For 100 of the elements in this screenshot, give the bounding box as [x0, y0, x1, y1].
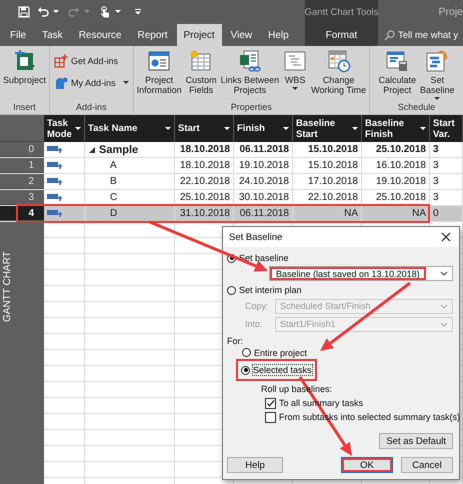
- ribbon-button[interactable]: Set Baseline: [419, 46, 456, 101]
- task-name: D: [110, 208, 118, 219]
- dialog-button[interactable]: OK: [341, 457, 393, 473]
- close-icon[interactable]: [441, 232, 451, 242]
- ribbon-tab[interactable]: Help: [261, 24, 296, 46]
- column-header[interactable]: Start Var.: [430, 115, 463, 142]
- row-number[interactable]: 4: [0, 206, 44, 221]
- column-header[interactable]: Start: [175, 115, 234, 142]
- table-cell: 25.10.2018: [362, 190, 430, 205]
- search-field[interactable]: Tell me what y: [398, 30, 463, 40]
- caret-icon: [122, 81, 129, 85]
- table-cell: 17.10.2018: [293, 174, 362, 189]
- table-cell: 15.10.2018: [293, 142, 362, 157]
- column-header[interactable]: Baseline Finish: [362, 115, 430, 142]
- sidebar-corner: [0, 115, 44, 142]
- dialog-button[interactable]: Cancel: [401, 457, 453, 473]
- context-title: Gantt Chart Tools: [304, 6, 378, 18]
- radio-button[interactable]: [241, 366, 250, 374]
- table-star-icon: [189, 49, 214, 73]
- table-cell: 06.11.2018: [234, 206, 293, 221]
- caret-icon: [420, 126, 426, 130]
- row-number[interactable]: 2: [0, 174, 44, 189]
- row-number[interactable]: 1: [0, 158, 44, 173]
- table-cell: 30.10.2018: [234, 190, 293, 205]
- baseline-dropdown[interactable]: Baseline (last saved on 13.10.2018): [269, 266, 453, 281]
- window-title: Proje: [438, 6, 463, 18]
- column-header[interactable]: Baseline Start: [293, 115, 362, 142]
- ribbon-button[interactable]: Custom Fields: [184, 46, 218, 95]
- caret-icon: [434, 97, 440, 101]
- table-calculator-icon: [385, 49, 410, 73]
- radio-button[interactable]: [242, 348, 251, 357]
- task-mode-icon: [47, 160, 63, 170]
- ribbon-button[interactable]: WBS: [282, 46, 308, 91]
- view-label[interactable]: GANTT CHART: [2, 251, 13, 322]
- ribbon-tab[interactable]: Resource: [72, 24, 128, 46]
- ribbon-button[interactable]: Links Between Projects: [220, 46, 280, 95]
- table-cell: 15.10.2018: [293, 158, 362, 173]
- ribbon-button[interactable]: Change Working Time: [310, 46, 368, 95]
- collapse-icon[interactable]: [89, 146, 95, 152]
- ribbon-tab[interactable]: Report: [130, 24, 175, 46]
- caret-icon[interactable]: [115, 10, 121, 14]
- table-cell: 25.10.2018: [362, 142, 430, 157]
- field-label: Copy:: [245, 301, 270, 311]
- chevron-icon: [440, 304, 448, 308]
- caret-icon: [224, 126, 230, 130]
- task-name: B: [110, 176, 117, 187]
- table-cell: 3: [430, 142, 463, 157]
- checkbox[interactable]: [265, 398, 276, 408]
- task-name: Sample: [99, 144, 138, 156]
- radio-label[interactable]: Set interim plan: [239, 285, 302, 295]
- table-cell: 16.10.2018: [362, 158, 430, 173]
- shapes-icon: [54, 76, 68, 90]
- set-default-button[interactable]: Set as Default: [379, 433, 453, 449]
- section-label: For:: [227, 336, 244, 346]
- task-name: A: [110, 160, 117, 171]
- radio-label[interactable]: Entire project: [254, 348, 308, 358]
- table-cell: 19.10.2018: [362, 174, 430, 189]
- document-bars-icon: [425, 49, 450, 73]
- document-lines-icon: [283, 49, 308, 73]
- table-cell: 06.11.2018: [234, 142, 293, 157]
- customize-icon[interactable]: [135, 9, 141, 15]
- column-header[interactable]: Finish: [234, 115, 293, 142]
- caret-icon[interactable]: [53, 10, 59, 14]
- info-window-icon: [147, 49, 172, 73]
- table-cell: 18.10.2018: [175, 142, 234, 157]
- ribbon-tab[interactable]: File: [3, 24, 34, 46]
- column-header[interactable]: Task Mode: [44, 115, 85, 142]
- grid-plus-icon: [54, 54, 68, 68]
- ribbon-tab[interactable]: View: [224, 24, 260, 46]
- ribbon-button[interactable]: My Add-ins: [52, 74, 131, 92]
- column-header[interactable]: Task Name: [85, 115, 175, 142]
- radio-button[interactable]: [227, 286, 236, 294]
- row-number[interactable]: 3: [0, 190, 44, 205]
- save-icon[interactable]: [18, 6, 30, 18]
- table-cell: NA: [362, 206, 430, 221]
- table-cell: 3: [430, 174, 463, 189]
- chevron-icon: [440, 271, 448, 276]
- undo-icon[interactable]: [37, 6, 49, 18]
- dialog-button[interactable]: Help: [227, 457, 283, 473]
- table-cell: 22.10.2018: [175, 174, 234, 189]
- checkbox[interactable]: [265, 412, 276, 422]
- ribbon-tab[interactable]: Project: [176, 24, 222, 46]
- ribbon-button[interactable]: Get Add-ins: [52, 52, 120, 70]
- hand-icon[interactable]: [99, 6, 111, 18]
- chevron-icon: [440, 322, 448, 326]
- search-icon: [384, 30, 395, 40]
- caret-icon: [75, 126, 81, 130]
- document-plus-icon: [12, 49, 37, 73]
- row-number[interactable]: 0: [0, 142, 44, 157]
- group-label: Properties: [230, 102, 272, 114]
- task-mode-icon: [47, 192, 63, 202]
- field-label: Into:: [245, 319, 264, 329]
- ribbon-tab[interactable]: Task: [35, 24, 70, 46]
- table-cell: 18.10.2018: [175, 158, 234, 173]
- radio-label[interactable]: Selected tasks: [253, 365, 312, 375]
- table-cell: 24.10.2018: [234, 174, 293, 189]
- ribbon-button[interactable]: Subproject: [2, 46, 48, 85]
- ribbon-button[interactable]: Calculate Project: [377, 46, 417, 95]
- ribbon-button[interactable]: Project Information: [136, 46, 183, 95]
- group-label: Add-ins: [76, 102, 107, 114]
